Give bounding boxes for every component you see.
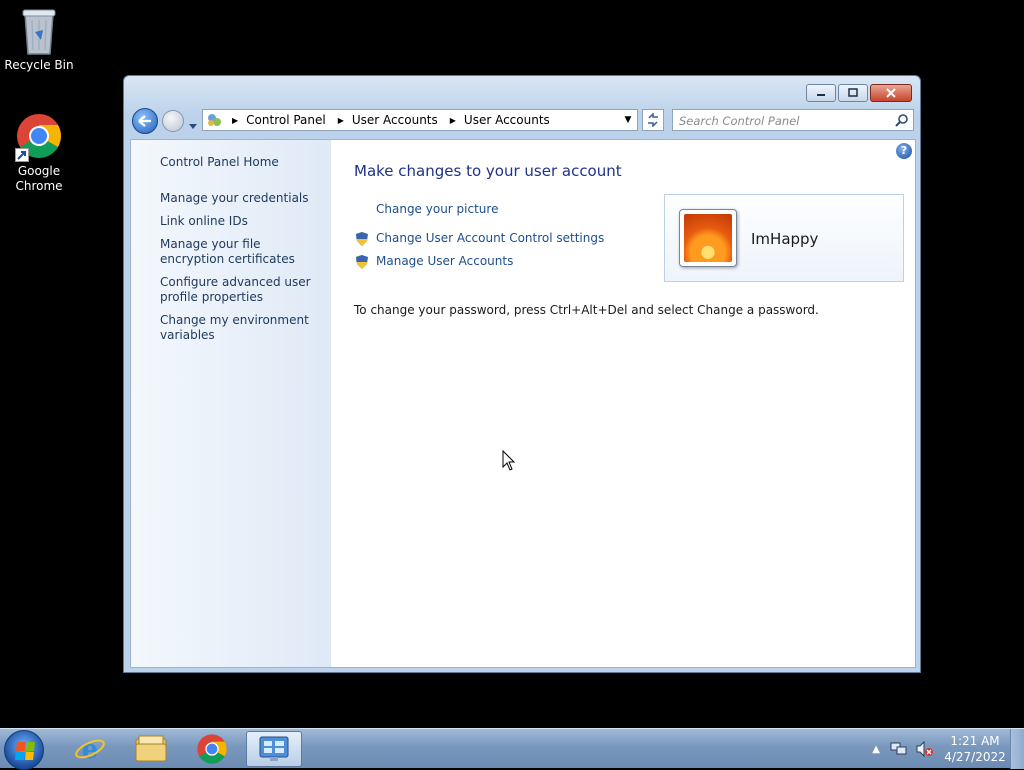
breadcrumb-arrow-icon[interactable]: ▶ <box>450 116 456 125</box>
folder-icon <box>135 735 167 762</box>
chrome-icon <box>15 112 63 162</box>
minimize-button[interactable] <box>806 84 836 102</box>
user-picture[interactable] <box>679 209 737 267</box>
address-bar[interactable]: ▶ Control Panel ▶ User Accounts ▶ User A… <box>202 109 638 131</box>
svg-text:e: e <box>82 735 99 765</box>
nav-change-environment-variables[interactable]: Change my environment variables <box>160 313 320 343</box>
desktop-icon-label: Google Chrome <box>15 164 63 193</box>
uac-shield-icon <box>356 232 368 246</box>
control-panel-icon <box>208 114 221 126</box>
mouse-cursor-icon <box>502 450 516 471</box>
breadcrumb-item-user-accounts[interactable]: User Accounts <box>352 113 438 127</box>
desktop-icon-recycle-bin[interactable]: Recycle Bin <box>1 6 77 73</box>
clock-time: 1:21 AM <box>950 734 1000 748</box>
network-icon[interactable] <box>890 741 908 757</box>
user-name: ImHappy <box>751 230 819 248</box>
nav-configure-profile-properties[interactable]: Configure advanced user profile properti… <box>160 275 320 305</box>
refresh-button[interactable] <box>642 109 664 131</box>
refresh-icon <box>648 113 658 127</box>
clock-date: 4/27/2022 <box>944 750 1006 764</box>
recent-pages-button[interactable] <box>188 116 198 129</box>
back-button[interactable] <box>132 108 158 134</box>
help-icon[interactable]: ? <box>896 143 912 159</box>
left-navigation-pane: Control Panel Home Manage your credentia… <box>131 140 331 667</box>
desktop-icon-label: Recycle Bin <box>4 58 74 72</box>
recycle-bin-icon <box>15 6 63 55</box>
user-account-tile: ImHappy <box>664 194 904 282</box>
shortcut-arrow-icon <box>15 148 29 162</box>
nav-manage-file-encryption[interactable]: Manage your file encryption certificates <box>160 237 320 267</box>
taskbar-windows-explorer[interactable] <box>123 731 179 767</box>
breadcrumb-item-control-panel[interactable]: Control Panel <box>246 113 326 127</box>
volume-muted-icon[interactable] <box>916 741 934 757</box>
maximize-button[interactable] <box>838 84 868 102</box>
window-controls <box>806 84 912 102</box>
nav-manage-credentials[interactable]: Manage your credentials <box>160 191 320 206</box>
show-desktop-button[interactable] <box>1010 729 1024 769</box>
breadcrumb-arrow-icon[interactable]: ▶ <box>338 116 344 125</box>
taskbar-control-panel[interactable] <box>246 731 302 767</box>
close-button[interactable] <box>870 84 912 102</box>
windows-logo-icon <box>15 742 35 760</box>
nav-link-online-ids[interactable]: Link online IDs <box>160 214 320 229</box>
control-panel-window: ▶ Control Panel ▶ User Accounts ▶ User A… <box>123 75 921 673</box>
page-title: Make changes to your user account <box>354 162 622 180</box>
show-hidden-icons-button[interactable]: ▲ <box>872 744 880 755</box>
forward-button[interactable] <box>162 110 184 132</box>
start-button[interactable] <box>4 730 44 770</box>
uac-shield-icon <box>356 255 368 269</box>
main-pane: ? Make changes to your user account Chan… <box>331 140 915 667</box>
change-uac-settings-link[interactable]: Change User Account Control settings <box>376 231 604 245</box>
clock[interactable]: 1:21 AM 4/27/2022 <box>940 733 1010 765</box>
back-arrow-icon <box>138 115 151 127</box>
breadcrumb-item-user-accounts-current[interactable]: User Accounts <box>464 113 550 127</box>
minimize-icon <box>817 94 825 96</box>
desktop-icon-google-chrome[interactable]: Google Chrome <box>1 112 77 194</box>
content-area: Control Panel Home Manage your credentia… <box>130 139 916 668</box>
navigation-bar: ▶ Control Panel ▶ User Accounts ▶ User A… <box>132 108 914 134</box>
chrome-icon <box>197 734 227 764</box>
breadcrumb-arrow-icon[interactable]: ▶ <box>232 116 238 125</box>
maximize-icon <box>848 88 858 97</box>
taskbar: e ▲ 1:21 AM 4/27/2022 <box>0 728 1024 770</box>
change-picture-link[interactable]: Change your picture <box>376 202 498 216</box>
manage-user-accounts-link[interactable]: Manage User Accounts <box>376 254 513 268</box>
search-icon[interactable] <box>895 113 909 127</box>
chevron-down-icon <box>189 124 197 129</box>
password-note: To change your password, press Ctrl+Alt+… <box>354 303 819 317</box>
nav-control-panel-home[interactable]: Control Panel Home <box>160 155 320 170</box>
internet-explorer-icon: e <box>75 735 105 765</box>
address-dropdown-icon[interactable]: ▼ <box>619 110 637 130</box>
search-input[interactable] <box>677 111 887 131</box>
taskbar-internet-explorer[interactable]: e <box>62 731 118 767</box>
system-tray: ▲ 1:21 AM 4/27/2022 <box>872 729 1024 769</box>
close-icon <box>886 88 896 98</box>
taskbar-google-chrome[interactable] <box>184 731 240 767</box>
control-panel-icon <box>259 736 289 761</box>
search-box[interactable] <box>672 109 914 131</box>
flower-picture-icon <box>684 214 732 262</box>
